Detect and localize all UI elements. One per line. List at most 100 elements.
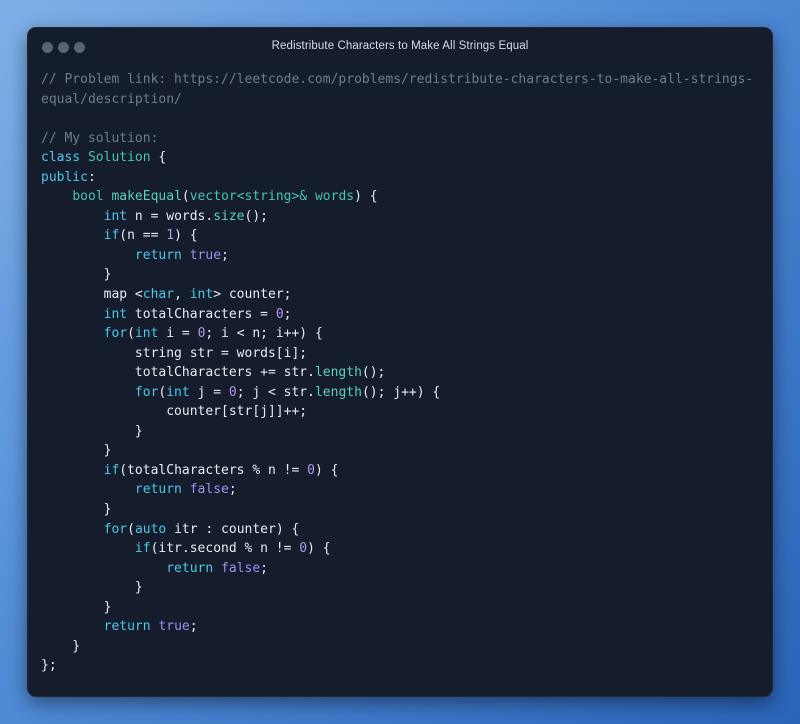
code-token: int (134, 326, 159, 342)
code-token: } (41, 599, 112, 615)
code-token: ; (260, 560, 268, 576)
code-line: return true; (41, 246, 763, 266)
code-token: counter[str[j]]++; (41, 404, 308, 420)
code-token: if (103, 228, 120, 244)
code-token: return (134, 482, 182, 498)
code-line: return false; (41, 559, 763, 579)
code-token: false (221, 560, 261, 576)
code-line: for(auto itr : counter) { (41, 520, 763, 540)
code-token: , (174, 287, 190, 303)
code-token: true (158, 619, 190, 635)
code-token: }; (41, 658, 57, 674)
code-line: for(int i = 0; i < n; i++) { (41, 324, 763, 344)
code-token: ; (228, 482, 237, 498)
code-line: totalCharacters += str.length(); (41, 363, 763, 383)
code-token: for (103, 326, 128, 342)
code-token: (itr.second % n != (150, 541, 300, 557)
code-line: equal/description/ (41, 90, 763, 110)
code-line: } (41, 598, 763, 618)
code-token: totalCharacters = (127, 306, 276, 322)
window-titlebar: Redistribute Characters to Make All Stri… (27, 27, 773, 67)
code-token: true (189, 247, 222, 263)
code-token: n = words. (127, 208, 214, 224)
code-line: } (41, 637, 763, 657)
code-line: for(int j = 0; j < str.length(); j++) { (41, 383, 763, 403)
code-line: // My solution: (41, 129, 763, 149)
code-token: (totalCharacters % n != (119, 462, 308, 478)
code-line: } (41, 441, 763, 461)
code-line: if(itr.second % n != 0) { (41, 539, 763, 559)
code-token: bool (72, 189, 104, 205)
code-token: { (150, 150, 167, 166)
code-token: auto (134, 521, 167, 537)
code-token: } (41, 267, 112, 283)
code-token: if (134, 541, 151, 557)
code-token: return (134, 247, 182, 263)
code-token: ( (127, 521, 135, 537)
code-line: } (41, 265, 763, 285)
code-token: } (41, 502, 112, 518)
code-token: ; (283, 306, 292, 322)
code-line: int totalCharacters = 0; (41, 305, 763, 325)
code-token: } (41, 443, 112, 459)
code-token: ; i < n; i++) { (205, 326, 323, 342)
code-token: int (103, 208, 128, 224)
code-line: } (41, 578, 763, 598)
code-token: for (134, 384, 159, 400)
code-token: return (166, 560, 214, 576)
code-line: if(n == 1) { (41, 226, 763, 246)
code-token: (n == (119, 228, 167, 244)
code-token: ; (189, 619, 198, 635)
code-token: vector<string>& words (189, 189, 355, 205)
code-token: (); (244, 208, 268, 224)
code-line: } (41, 422, 763, 442)
code-token: ; j < str. (236, 384, 315, 400)
code-token: } (41, 423, 143, 439)
code-token: ( (127, 326, 135, 342)
code-token: j = (189, 384, 229, 400)
code-token: for (103, 521, 128, 537)
code-token: // Problem link: https://leetcode.com/pr… (41, 72, 754, 87)
code-token: ( (181, 189, 190, 205)
code-token: ) { (314, 462, 339, 478)
code-token: (); j++) { (361, 384, 441, 400)
code-token: i = (158, 326, 198, 342)
code-token: map < (41, 287, 143, 303)
code-token: string str = words[i]; (41, 345, 308, 361)
code-token: 0 (275, 306, 284, 322)
code-line: // Problem link: https://leetcode.com/pr… (41, 70, 763, 90)
code-token: if (103, 462, 120, 478)
code-line: string str = words[i]; (41, 344, 763, 364)
code-block: // Problem link: https://leetcode.com/pr… (41, 70, 763, 676)
code-token: totalCharacters += str. (41, 365, 315, 381)
code-token: length (314, 384, 362, 400)
code-token: // My solution: (41, 130, 159, 146)
code-line: return false; (41, 480, 763, 500)
code-token: return (103, 619, 151, 635)
window-title: Redistribute Characters to Make All Stri… (271, 40, 529, 52)
code-token: int (103, 306, 128, 322)
code-line: class Solution { (41, 148, 763, 168)
code-line: }; (41, 656, 763, 676)
code-window: Redistribute Characters to Make All Stri… (27, 27, 773, 697)
code-token: public (41, 169, 88, 185)
code-token: false (189, 482, 229, 498)
code-line: } (41, 500, 763, 520)
code-token: (); (361, 365, 386, 381)
code-token: 0 (228, 384, 237, 400)
code-token: length (314, 365, 362, 381)
code-token: equal/description/ (41, 91, 182, 107)
code-line: counter[str[j]]++; (41, 402, 763, 422)
code-line: return true; (41, 617, 763, 637)
code-token: class (41, 150, 81, 166)
